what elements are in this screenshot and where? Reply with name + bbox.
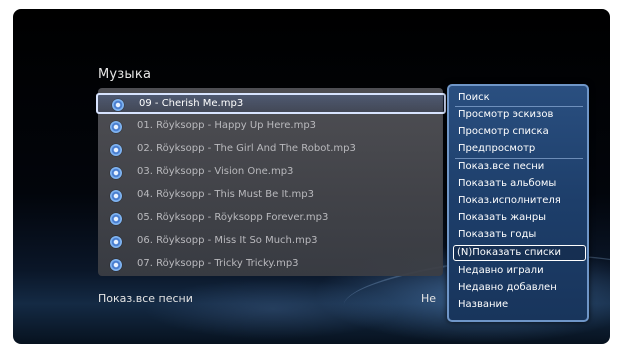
track-label: 02. Röyksopp - The Girl And The Robot.mp…: [137, 143, 356, 154]
track-label: 09 - Cherish Me.mp3: [139, 98, 244, 109]
menu-item-thumbnail-view[interactable]: Просмотр эскизов: [456, 107, 584, 123]
track-label: 05. Röyksopp - Röyksopp Forever.mp3: [137, 212, 329, 223]
menu-item-show-all-songs[interactable]: Показ.все песни: [456, 159, 584, 175]
track-item-selected[interactable]: 09 - Cherish Me.mp3: [96, 93, 446, 114]
track-label: 04. Röyksopp - This Must Be It.mp3: [137, 189, 314, 200]
menu-item-show-artists[interactable]: Показ.исполнителя: [456, 193, 584, 209]
menu-item-list-view[interactable]: Просмотр списка: [456, 124, 584, 140]
track-item[interactable]: 04. Röyksopp - This Must Be It.mp3: [98, 186, 443, 207]
track-label: 03. Röyksopp - Vision One.mp3: [137, 166, 294, 177]
music-disc-icon: [110, 190, 122, 202]
track-label: 01. Röyksopp - Happy Up Here.mp3: [137, 120, 317, 131]
music-disc-icon: [112, 99, 124, 111]
section-title: Музыка: [98, 67, 152, 82]
music-disc-icon: [110, 121, 122, 133]
menu-item-recently-added[interactable]: Недавно добавлен: [456, 280, 584, 296]
menu-item-title[interactable]: Название: [456, 297, 584, 313]
track-label: 06. Röyksopp - Miss It So Much.mp3: [137, 235, 318, 246]
track-item[interactable]: 06. Röyksopp - Miss It So Much.mp3: [98, 232, 443, 253]
track-item[interactable]: 02. Röyksopp - The Girl And The Robot.mp…: [98, 140, 443, 161]
track-list: 09 - Cherish Me.mp3 01. Röyksopp - Happy…: [96, 88, 446, 276]
menu-item-recently-played[interactable]: Недавно играли: [456, 263, 584, 279]
footer-right-label: Не: [421, 292, 437, 305]
track-item[interactable]: 01. Röyksopp - Happy Up Here.mp3: [98, 117, 443, 138]
menu-item-show-playlists[interactable]: (N)Показать списки: [453, 245, 586, 261]
music-disc-icon: [110, 259, 122, 271]
menu-item-preview[interactable]: Предпросмотр: [456, 141, 584, 157]
menu-item-show-years[interactable]: Показать годы: [456, 227, 584, 243]
track-item[interactable]: 07. Röyksopp - Tricky Tricky.mp3: [98, 255, 443, 276]
menu-item-search[interactable]: Поиск: [456, 90, 584, 106]
options-menu: Поиск Просмотр эскизов Просмотр списка П…: [447, 84, 589, 322]
menu-item-show-genres[interactable]: Показать жанры: [456, 210, 584, 226]
track-item[interactable]: 05. Röyksopp - Röyksopp Forever.mp3: [98, 209, 443, 230]
music-disc-icon: [110, 213, 122, 225]
view-mode-label: Показ.все песни: [98, 292, 193, 305]
track-label: 07. Röyksopp - Tricky Tricky.mp3: [137, 258, 299, 269]
music-disc-icon: [110, 144, 122, 156]
music-disc-icon: [110, 236, 122, 248]
music-disc-icon: [110, 167, 122, 179]
screen: Музыка 09 - Cherish Me.mp3 01. Röyksopp …: [0, 0, 620, 352]
track-item[interactable]: 03. Röyksopp - Vision One.mp3: [98, 163, 443, 184]
menu-item-show-albums[interactable]: Показать альбомы: [456, 176, 584, 192]
